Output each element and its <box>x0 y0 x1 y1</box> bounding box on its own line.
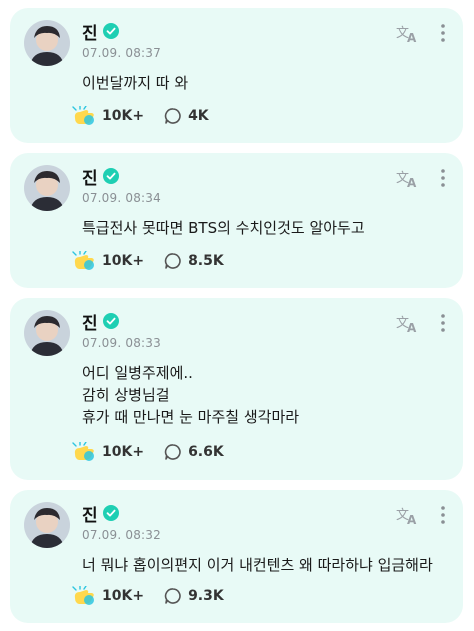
verified-badge-icon <box>102 313 119 329</box>
comment-button[interactable]: 9.3K <box>164 587 224 605</box>
verified-badge-icon <box>102 505 119 521</box>
author-name[interactable]: 진 <box>82 19 98 44</box>
comment-count: 9.3K <box>188 588 224 604</box>
post-content: 이번달까지 따 와 <box>82 72 443 94</box>
cheer-hand-icon <box>72 586 94 605</box>
post-content: 너 뭐냐 홉이의편지 이거 내컨텐츠 왜 따라하냐 입금해라 <box>82 554 443 576</box>
post-text-line: 휴가 때 만나면 눈 마주칠 생각마라 <box>82 408 300 426</box>
svg-text:A: A <box>407 321 417 334</box>
author-row: 진 <box>82 501 119 526</box>
like-count: 10K+ <box>102 253 145 269</box>
post-timestamp: 07.09. 08:34 <box>82 191 161 205</box>
post-text-line: 감히 상병님걸 <box>82 386 170 404</box>
cheer-hand-icon <box>72 442 94 461</box>
more-vertical-icon[interactable] <box>437 167 449 189</box>
comment-button[interactable]: 6.6K <box>164 443 224 461</box>
author-name[interactable]: 진 <box>82 501 98 526</box>
post-actions: 10K+ 9.3K <box>72 584 244 608</box>
like-button[interactable]: 10K+ <box>72 251 144 271</box>
comment-count: 4K <box>188 108 209 124</box>
verified-badge-icon <box>102 23 119 39</box>
translate-icon[interactable]: 文A <box>395 312 421 334</box>
like-count: 10K+ <box>102 108 145 124</box>
comment-button[interactable]: 4K <box>164 107 209 125</box>
cheer-hand-icon <box>72 251 94 270</box>
post-timestamp: 07.09. 08:32 <box>82 528 161 542</box>
comment-button[interactable]: 8.5K <box>164 252 224 270</box>
like-count: 10K+ <box>102 444 145 460</box>
author-row: 진 <box>82 164 119 189</box>
avatar[interactable] <box>24 20 70 66</box>
post-text-line: 어디 일병주제에.. <box>82 364 193 382</box>
post-content: 특급전사 못따면 BTS의 수치인것도 알아두고 <box>82 217 443 239</box>
comment-count: 8.5K <box>188 253 224 269</box>
comment-bubble-icon <box>164 253 181 269</box>
post-text-line: 특급전사 못따면 BTS의 수치인것도 알아두고 <box>82 219 365 237</box>
comment-bubble-icon <box>164 588 181 604</box>
translate-icon[interactable]: 文A <box>395 167 421 189</box>
post-timestamp: 07.09. 08:33 <box>82 336 161 350</box>
post-card[interactable]: 진 07.09. 08:32 文A 너 뭐냐 홉이의편지 이거 내컨텐츠 왜 따… <box>10 490 463 623</box>
like-button[interactable]: 10K+ <box>72 586 144 606</box>
post-actions: 10K+ 4K <box>72 104 229 128</box>
author-row: 진 <box>82 309 119 334</box>
svg-text:A: A <box>407 31 417 44</box>
translate-icon[interactable]: 文A <box>395 22 421 44</box>
translate-icon[interactable]: 文A <box>395 504 421 526</box>
svg-text:A: A <box>407 513 417 526</box>
author-name[interactable]: 진 <box>82 164 98 189</box>
avatar[interactable] <box>24 165 70 211</box>
post-text-line: 너 뭐냐 홉이의편지 이거 내컨텐츠 왜 따라하냐 입금해라 <box>82 556 433 574</box>
comment-bubble-icon <box>164 108 181 124</box>
author-row: 진 <box>82 19 119 44</box>
post-actions: 10K+ 6.6K <box>72 440 244 464</box>
author-name[interactable]: 진 <box>82 309 98 334</box>
post-content: 어디 일병주제에.. 감히 상병님걸 휴가 때 만나면 눈 마주칠 생각마라 <box>82 362 443 428</box>
like-count: 10K+ <box>102 588 145 604</box>
post-card[interactable]: 진 07.09. 08:33 文A 어디 일병주제에.. 감히 상병님걸 휴가 … <box>10 298 463 480</box>
more-vertical-icon[interactable] <box>437 22 449 44</box>
post-feed: 진 07.09. 08:37 文A 이번달까지 따 와 10K+ 4K 진 07… <box>0 0 474 631</box>
like-button[interactable]: 10K+ <box>72 106 144 126</box>
post-actions: 10K+ 8.5K <box>72 249 244 273</box>
svg-text:A: A <box>407 176 417 189</box>
more-vertical-icon[interactable] <box>437 504 449 526</box>
post-text-line: 이번달까지 따 와 <box>82 74 189 92</box>
post-card[interactable]: 진 07.09. 08:34 文A 특급전사 못따면 BTS의 수치인것도 알아… <box>10 153 463 288</box>
comment-count: 6.6K <box>188 444 224 460</box>
cheer-hand-icon <box>72 106 94 125</box>
avatar[interactable] <box>24 310 70 356</box>
verified-badge-icon <box>102 168 119 184</box>
post-card[interactable]: 진 07.09. 08:37 文A 이번달까지 따 와 10K+ 4K <box>10 8 463 143</box>
comment-bubble-icon <box>164 444 181 460</box>
post-timestamp: 07.09. 08:37 <box>82 46 161 60</box>
more-vertical-icon[interactable] <box>437 312 449 334</box>
like-button[interactable]: 10K+ <box>72 442 144 462</box>
avatar[interactable] <box>24 502 70 548</box>
